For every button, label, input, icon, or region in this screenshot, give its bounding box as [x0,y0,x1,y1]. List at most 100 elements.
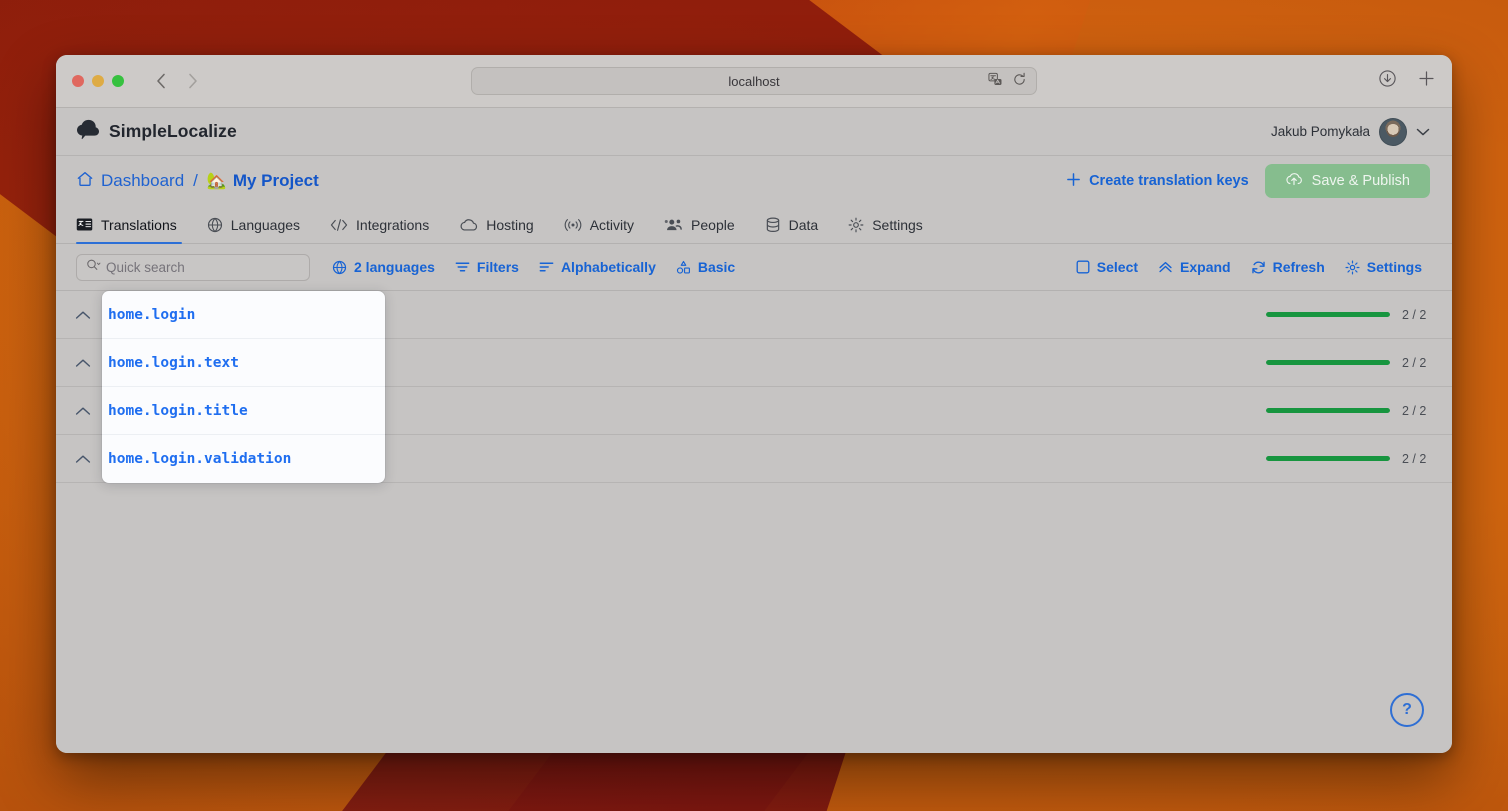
filters-button[interactable]: Filters [445,253,529,281]
translation-key-name[interactable]: home.login [110,307,1266,323]
cloud-icon [459,218,478,232]
sort-icon [539,260,554,274]
toolbar-item-label: Select [1096,259,1139,275]
address-bar-actions [988,68,1027,94]
tab-label: Translations [101,216,177,233]
translate-icon[interactable] [988,72,1003,90]
address-bar[interactable]: localhost [471,67,1037,95]
translation-key-name[interactable]: home.login.text [110,355,1266,371]
help-button[interactable]: ? [1390,693,1424,727]
tab-label: Integrations [356,216,430,233]
back-button[interactable] [152,72,170,90]
tab-people[interactable]: People [649,206,750,243]
tab-settings[interactable]: Settings [833,206,938,243]
app-header: SimpleLocalize Jakub Pomykała [56,108,1452,156]
toolbar-left-group: 2 languages Filters Alphabetically Basic [322,253,745,281]
save-and-publish-button[interactable]: Save & Publish [1264,164,1430,198]
expand-button[interactable]: Expand [1148,253,1241,281]
breadcrumb-dashboard[interactable]: Dashboard [101,171,184,191]
reload-icon[interactable] [1012,72,1027,90]
filter-icon [455,260,470,274]
table-row[interactable]: home.login.title 2 / 2 [56,387,1452,435]
project-emoji-icon: 🏡 [206,173,227,190]
languages-filter-button[interactable]: 2 languages [322,253,445,281]
minimize-window-button[interactable] [92,75,104,87]
progress-count: 2 / 2 [1402,403,1427,418]
table-row[interactable]: home.login 2 / 2 [56,291,1452,339]
toolbar-item-label: Basic [697,259,736,275]
address-bar-text: localhost [728,73,780,89]
breadcrumb-separator: / [193,171,198,190]
refresh-icon [1251,260,1266,275]
table-row[interactable]: home.login.validation 2 / 2 [56,435,1452,483]
toolbar-right-group: Select Expand Refresh Settings [1066,253,1432,281]
tab-hosting[interactable]: Hosting [444,206,548,243]
select-button[interactable]: Select [1066,253,1148,281]
brand[interactable]: SimpleLocalize [76,118,237,145]
cloud-logo-icon [76,118,100,145]
new-tab-icon[interactable] [1417,69,1436,93]
broadcast-icon [564,218,582,232]
view-mode-button[interactable]: Basic [666,253,745,281]
tab-data[interactable]: Data [750,206,834,243]
chevron-up-icon[interactable] [56,454,110,464]
search-input-wrapper[interactable] [76,253,310,281]
tab-activity[interactable]: Activity [549,206,649,243]
forward-button[interactable] [184,72,202,90]
toolbar-item-label: Settings [1366,259,1422,275]
tab-label: Settings [872,216,923,233]
checkbox-icon [1076,260,1090,274]
tab-languages[interactable]: Languages [192,206,315,243]
toolbar-item-label: Alphabetically [560,259,656,275]
gear-icon [848,217,864,233]
window-controls [72,75,124,87]
browser-right-actions [1378,69,1436,93]
chevron-down-icon[interactable] [1416,127,1430,137]
tab-integrations[interactable]: Integrations [315,206,444,243]
translation-key-name[interactable]: home.login.validation [110,451,1266,467]
tab-label: Hosting [486,216,534,233]
chevron-up-icon[interactable] [56,358,110,368]
chevron-up-icon[interactable] [56,310,110,320]
progress-count: 2 / 2 [1402,355,1427,370]
progress-count: 2 / 2 [1402,451,1427,466]
tab-translations[interactable]: Translations [76,206,192,244]
brand-name: SimpleLocalize [109,121,237,141]
breadcrumb-project[interactable]: 🏡 My Project [207,171,319,191]
create-translation-keys-label: Create translation keys [1089,173,1249,189]
progress-bar [1266,312,1390,317]
create-translation-keys-button[interactable]: Create translation keys [1066,172,1249,191]
breadcrumb: Dashboard / 🏡 My Project [76,170,319,193]
list-toolbar: 2 languages Filters [56,244,1452,291]
close-window-button[interactable] [72,75,84,87]
maximize-window-button[interactable] [112,75,124,87]
progress-bar [1266,408,1390,413]
translation-key-name[interactable]: home.login.title [110,403,1266,419]
tab-label: People [691,216,735,233]
help-icon: ? [1402,701,1412,718]
plus-icon [1066,172,1081,191]
user-name: Jakub Pomykała [1270,124,1370,139]
code-brackets-icon [330,218,348,232]
progress-cell: 2 / 2 [1266,308,1432,322]
tab-label: Data [788,216,819,233]
shapes-icon [676,260,691,275]
people-icon [664,217,683,232]
globe-icon [332,260,347,275]
toolbar-item-label: Refresh [1272,259,1325,275]
list-settings-button[interactable]: Settings [1335,253,1432,281]
header-actions: Create translation keys Save & Publish [1066,164,1430,198]
progress-cell: 2 / 2 [1266,452,1432,466]
user-menu[interactable]: Jakub Pomykała [1270,117,1430,146]
chevron-up-icon[interactable] [56,406,110,416]
search-input[interactable] [106,259,300,275]
table-row[interactable]: home.login.text 2 / 2 [56,339,1452,387]
download-icon[interactable] [1378,69,1397,93]
main-tabs: Translations Languages Integrations Host… [56,206,1452,244]
browser-window: localhost SimpleLocalize Jakub Pomykała … [56,55,1452,753]
refresh-button[interactable]: Refresh [1241,253,1335,281]
progress-count: 2 / 2 [1402,307,1427,322]
browser-toolbar: localhost [56,55,1452,108]
sort-button[interactable]: Alphabetically [529,253,666,281]
home-icon[interactable] [76,170,94,193]
